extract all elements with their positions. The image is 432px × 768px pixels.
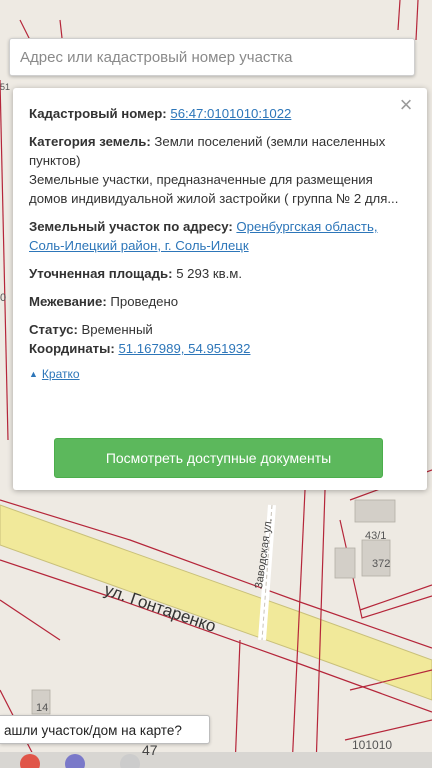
plot-label-43-1: 43/1: [365, 530, 387, 542]
edge-label-0: 0: [0, 292, 7, 304]
cadastral-number-label: Кадастровый номер:: [29, 106, 167, 121]
area-label: Уточненная площадь:: [29, 266, 173, 281]
cadastral-number-row: Кадастровый номер: 56:47:0101010:1022: [29, 104, 413, 123]
address-row: Земельный участок по адресу: Оренбургска…: [29, 217, 413, 255]
survey-row: Межевание: Проведено: [29, 292, 413, 311]
coordinates-row: Координаты: 51.167989, 54.951932: [29, 339, 413, 358]
survey-label: Межевание:: [29, 294, 107, 309]
status-row: Статус: Временный: [29, 320, 413, 339]
plot-label-101010: 101010: [352, 738, 393, 752]
found-on-map-prompt[interactable]: ашли участок/дом на карте?: [0, 715, 210, 744]
search-input[interactable]: [9, 38, 415, 76]
land-category-label: Категория земель:: [29, 134, 151, 149]
status-label: Статус:: [29, 322, 78, 337]
view-documents-button[interactable]: Посмотреть доступные документы: [54, 438, 383, 478]
plot-label-14: 14: [36, 702, 49, 714]
coordinates-link[interactable]: 51.167989, 54.951932: [118, 341, 250, 356]
coordinates-label: Координаты:: [29, 341, 115, 356]
area-row: Уточненная площадь: 5 293 кв.м.: [29, 264, 413, 283]
land-category-row: Категория земель: Земли поселений (земли…: [29, 132, 413, 170]
triangle-up-icon: ▲: [29, 369, 38, 379]
land-usage-text: Земельные участки, предназначенные для р…: [29, 172, 399, 206]
edge-label-51: 51: [0, 82, 11, 92]
parcel-info-card: × Кадастровый номер: 56:47:0101010:1022 …: [13, 88, 427, 490]
area-value: 5 293 кв.м.: [176, 266, 243, 281]
close-icon[interactable]: ×: [397, 94, 415, 116]
survey-value: Проведено: [110, 294, 179, 309]
collapse-toggle[interactable]: ▲ Кратко: [29, 365, 413, 384]
status-value: Временный: [81, 322, 153, 337]
plot-label-372: 372: [372, 558, 391, 570]
address-label: Земельный участок по адресу:: [29, 219, 233, 234]
collapse-link[interactable]: Кратко: [42, 367, 80, 381]
cadastral-number-link[interactable]: 56:47:0101010:1022: [170, 106, 291, 121]
